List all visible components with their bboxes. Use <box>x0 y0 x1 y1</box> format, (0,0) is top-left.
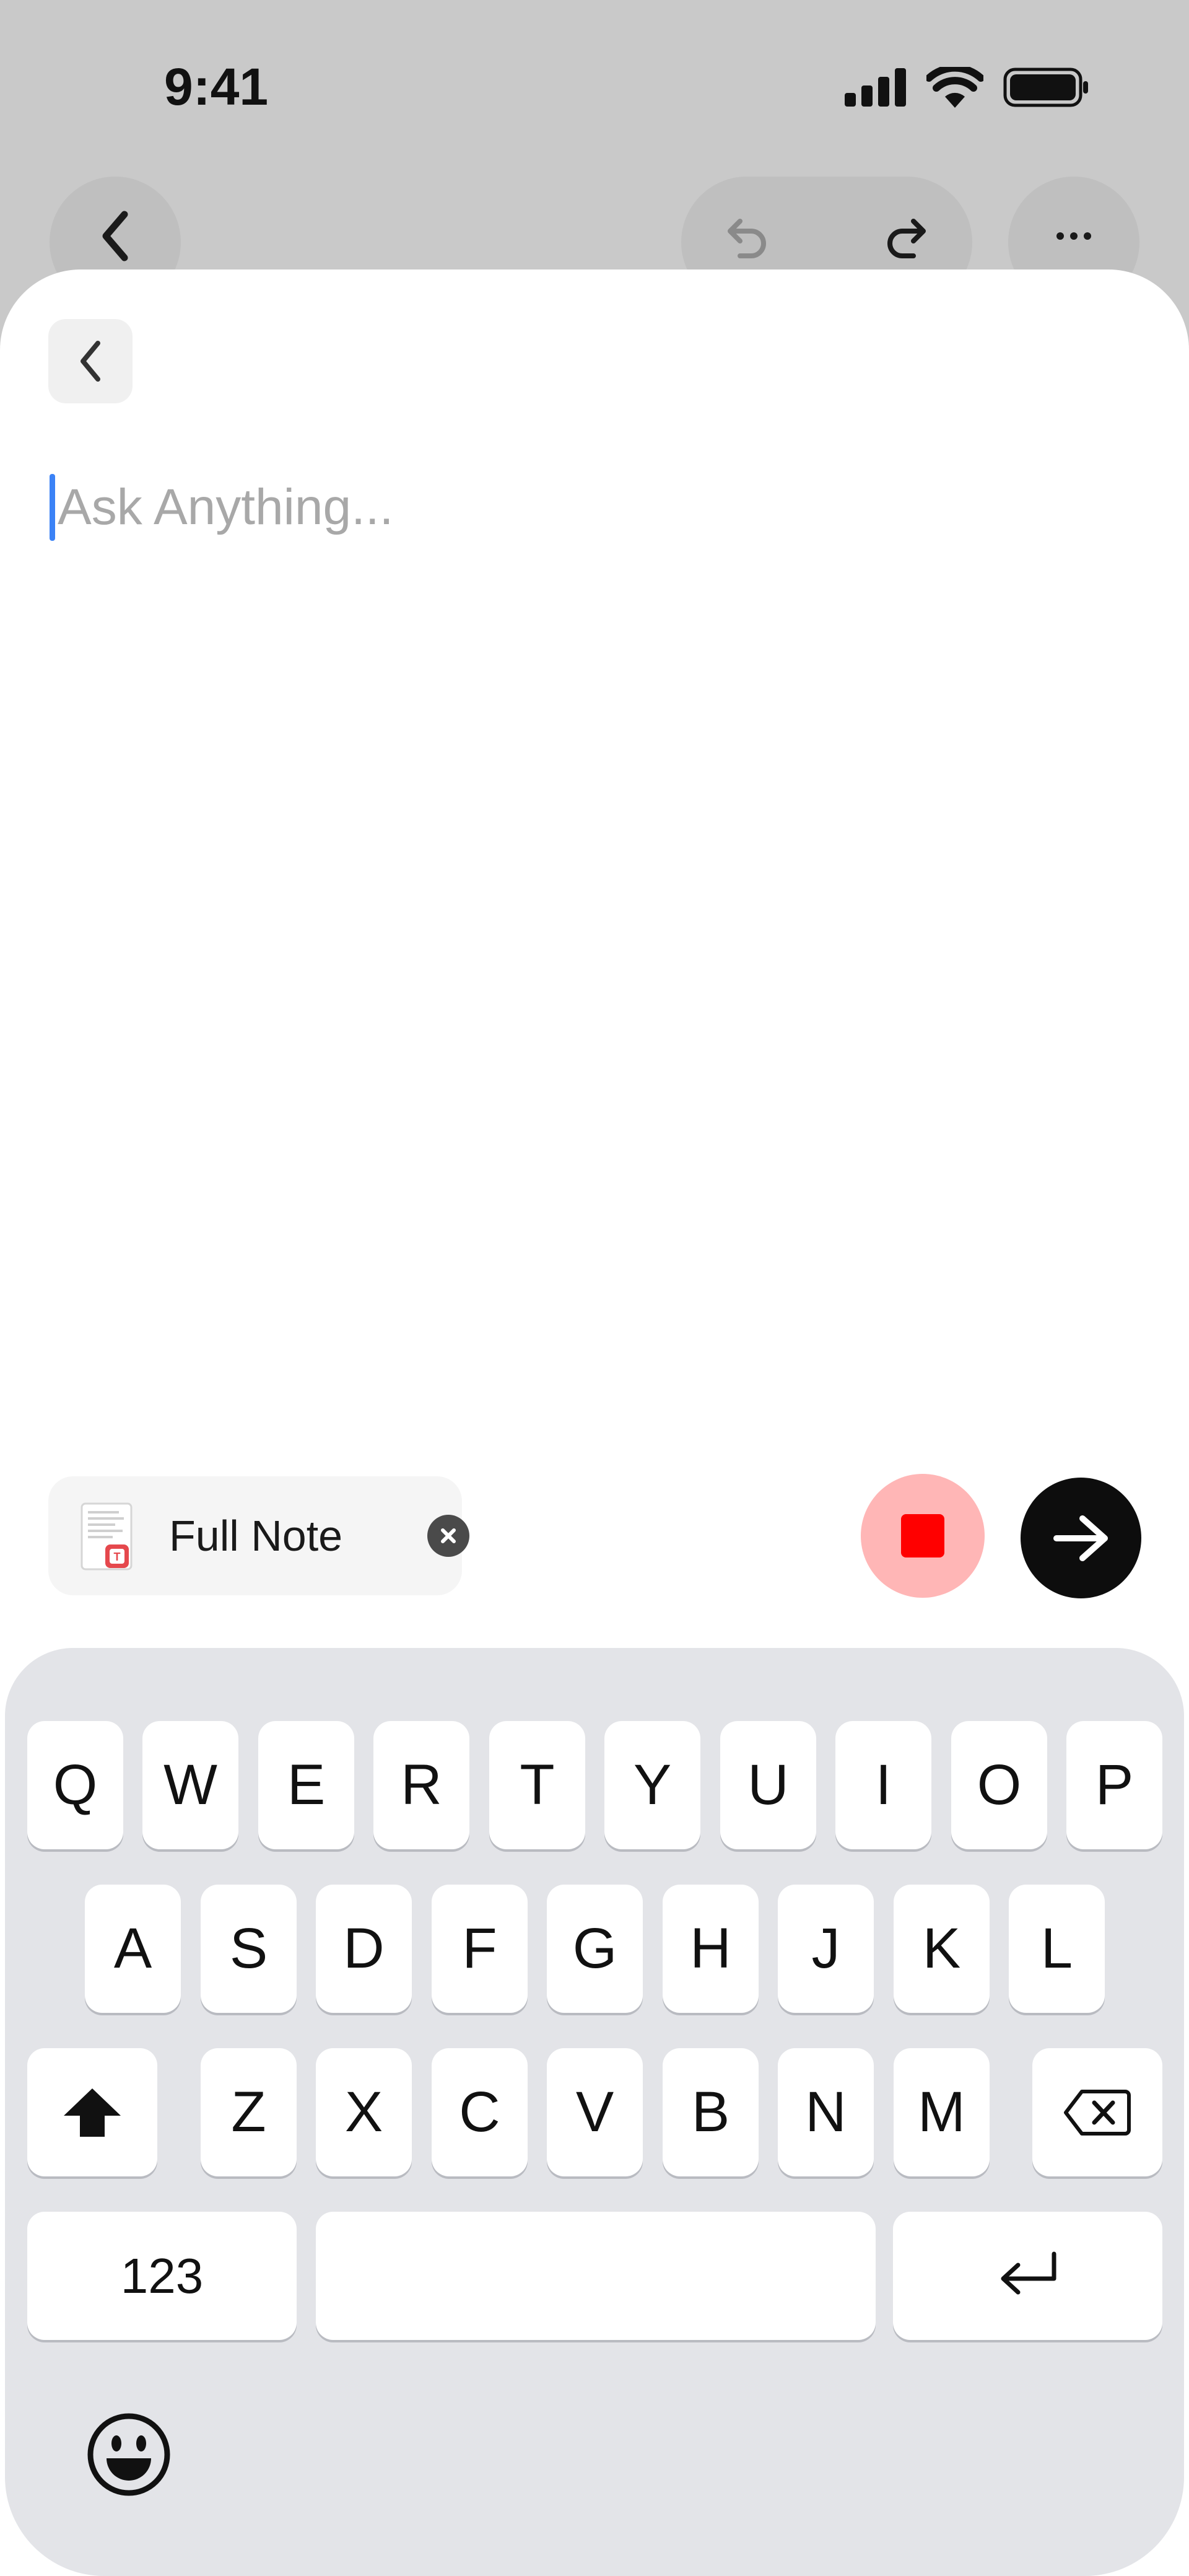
svg-text:T: T <box>114 1551 121 1563</box>
key[interactable]: C <box>432 2048 528 2176</box>
key[interactable]: V <box>547 2048 643 2176</box>
sheet-back-button[interactable] <box>48 319 133 403</box>
key[interactable]: G <box>547 1885 643 2013</box>
key[interactable]: N <box>778 2048 874 2176</box>
key[interactable]: U <box>720 1721 816 1849</box>
remove-attachment-button[interactable] <box>427 1515 469 1557</box>
status-time: 9:41 <box>164 58 269 116</box>
return-icon <box>1001 2251 1056 2294</box>
key[interactable]: Q <box>27 1721 123 1849</box>
key[interactable]: J <box>778 1885 874 2013</box>
send-button[interactable] <box>1021 1478 1141 1598</box>
key[interactable]: L <box>1009 1885 1105 2013</box>
key[interactable]: P <box>1066 1721 1162 1849</box>
key[interactable]: I <box>835 1721 931 1849</box>
close-circle-icon <box>441 1528 456 1543</box>
key[interactable]: X <box>316 2048 412 2176</box>
shift-key[interactable] <box>27 2048 157 2176</box>
key[interactable]: O <box>951 1721 1047 1849</box>
cellular-signal-icon <box>845 68 906 107</box>
prompt-field[interactable] <box>50 474 986 541</box>
status-icons <box>845 67 1090 108</box>
note-document-icon: T <box>81 1502 133 1571</box>
battery-icon <box>1003 68 1088 107</box>
text-caret <box>50 474 55 541</box>
redo-icon[interactable] <box>873 211 941 279</box>
prompt-input[interactable] <box>58 478 986 537</box>
key[interactable]: H <box>663 1885 759 2013</box>
shift-icon <box>64 2088 121 2137</box>
emoji-icon <box>87 2413 170 2496</box>
attachment-label: Full Note <box>169 1512 343 1560</box>
keyboard: Q W E R T Y U I O P A S D F G H J K L Z … <box>5 1648 1184 2576</box>
stop-button[interactable] <box>861 1474 985 1598</box>
key[interactable]: Z <box>201 2048 297 2176</box>
backspace-key[interactable] <box>1032 2048 1162 2176</box>
space-key[interactable] <box>316 2212 876 2340</box>
key[interactable]: M <box>894 2048 990 2176</box>
wifi-icon <box>926 67 983 108</box>
key[interactable]: S <box>201 1885 297 2013</box>
undo-icon[interactable] <box>712 211 780 279</box>
status-bar: 9:41 <box>0 0 1189 173</box>
back-chevron-icon <box>81 341 100 382</box>
key[interactable]: T <box>489 1721 585 1849</box>
key[interactable]: R <box>373 1721 469 1849</box>
key[interactable]: B <box>663 2048 759 2176</box>
key[interactable]: F <box>432 1885 528 2013</box>
key[interactable]: E <box>258 1721 354 1849</box>
arrow-right-icon <box>1053 1515 1108 1561</box>
key[interactable]: A <box>85 1885 181 2013</box>
key[interactable]: W <box>142 1721 238 1849</box>
stop-icon <box>901 1514 944 1557</box>
key[interactable]: Y <box>604 1721 700 1849</box>
return-key[interactable] <box>893 2212 1162 2340</box>
key[interactable]: K <box>894 1885 990 2013</box>
backspace-icon <box>1064 2089 1131 2136</box>
key[interactable]: D <box>316 1885 412 2013</box>
emoji-button[interactable] <box>85 2411 172 2498</box>
attachment-chip[interactable]: T Full Note <box>48 1476 469 1595</box>
numbers-key[interactable]: 123 <box>27 2212 297 2340</box>
